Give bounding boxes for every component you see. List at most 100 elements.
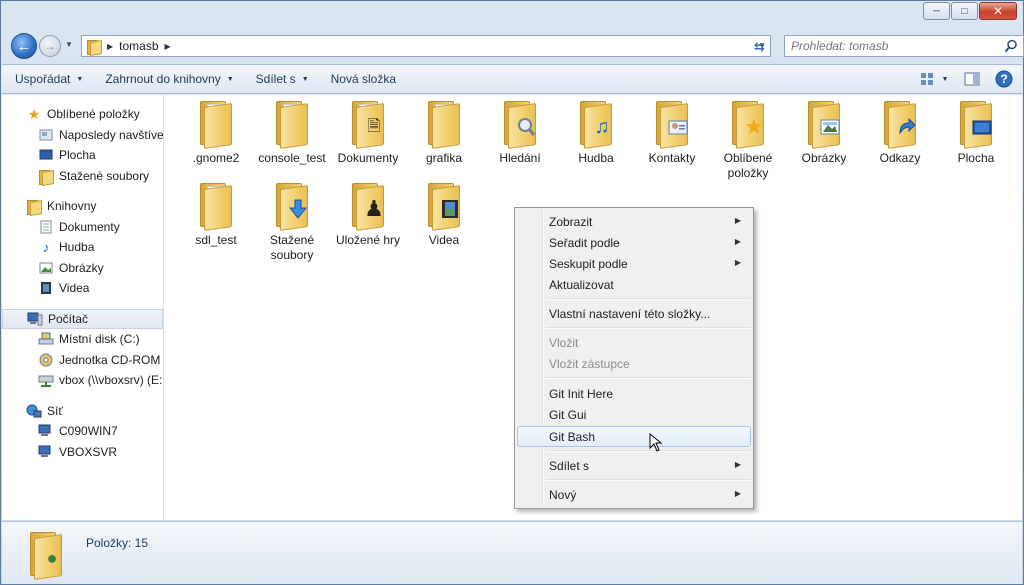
nav-network[interactable]: Síť — [2, 401, 163, 422]
chevron-right-icon[interactable]: ▶ — [107, 42, 113, 51]
nav-network-computer[interactable]: C090WIN7 — [2, 421, 163, 442]
folder-name: sdl_test — [195, 233, 237, 247]
chess-piece-icon: ♟ — [364, 196, 384, 221]
search-input[interactable] — [791, 39, 991, 53]
back-button[interactable]: ← — [11, 33, 37, 59]
folder-name: Kontakty — [648, 151, 696, 165]
nav-pictures-label: Obrázky — [59, 260, 104, 275]
nav-pictures[interactable]: Obrázky — [2, 258, 163, 279]
menu-item-view[interactable]: Zobrazit ▶ — [517, 211, 751, 232]
folder-item[interactable]: Stažené soubory — [254, 177, 330, 263]
download-arrow-icon — [288, 199, 308, 219]
folder-item[interactable]: ♫ Hudba — [558, 95, 634, 166]
folder-item[interactable]: Hledání — [482, 95, 558, 166]
minimize-button[interactable]: ─ — [923, 2, 950, 20]
menu-item-paste[interactable]: Vložit — [517, 332, 751, 353]
close-button[interactable]: ✕ — [979, 2, 1017, 20]
folder-icon — [274, 101, 310, 149]
folder-item[interactable]: 🗎 Dokumenty — [330, 95, 406, 166]
folder-item[interactable]: console_test — [254, 95, 330, 166]
organize-button[interactable]: Uspořádat ▼ — [6, 67, 92, 91]
forward-arrow-icon: → — [44, 39, 56, 53]
submenu-arrow-icon: ▶ — [734, 489, 741, 498]
folder-item[interactable]: sdl_test — [178, 177, 254, 248]
chevron-right-icon[interactable]: ▶ — [165, 42, 171, 51]
nav-network-computer[interactable]: VBOXSVR — [2, 442, 163, 463]
maximize-button[interactable]: □ — [951, 2, 978, 20]
folder-item[interactable]: Odkazy — [862, 95, 938, 166]
view-options-button[interactable] — [918, 69, 938, 89]
contact-card-icon — [668, 120, 688, 135]
menu-item-group-by[interactable]: Seskupit podle ▶ — [517, 253, 751, 274]
nav-music[interactable]: ♪ Hudba — [2, 237, 163, 258]
menu-item-label: Aktualizovat — [549, 277, 614, 292]
menu-item-share-with[interactable]: Sdílet s ▶ — [517, 455, 751, 476]
folder-item[interactable]: grafika — [406, 95, 482, 166]
chevron-down-icon: ▼ — [226, 75, 234, 83]
breadcrumb-tomasb[interactable]: tomasb — [119, 39, 158, 53]
menu-item-customize-folder[interactable]: Vlastní nastavení této složky... — [517, 303, 751, 324]
menu-item-git-init[interactable]: Git Init Here — [517, 383, 751, 404]
menu-item-sort-by[interactable]: Seřadit podle ▶ — [517, 232, 751, 253]
nav-vbox-share[interactable]: vbox (\\vboxsrv) (E:) — [2, 370, 163, 391]
address-bar[interactable]: ▶ tomasb ▶ ▼ — [81, 35, 771, 57]
new-folder-button[interactable]: Nová složka — [322, 67, 405, 91]
include-library-button[interactable]: Zahrnout do knihovny ▼ — [96, 67, 242, 91]
folder-item[interactable]: ★ Oblíbené položky — [710, 95, 786, 181]
network-computer-icon — [38, 423, 54, 439]
nav-documents[interactable]: Dokumenty — [2, 217, 163, 238]
folder-name: Stažené soubory — [269, 233, 315, 262]
share-with-button[interactable]: Sdílet s ▼ — [247, 67, 318, 91]
menu-item-label: Vložit — [549, 335, 579, 350]
menu-item-label: Git Init Here — [549, 386, 614, 401]
nav-favorites[interactable]: ★ Oblíbené položky — [2, 104, 163, 125]
nav-libraries[interactable]: Knihovny — [2, 196, 163, 217]
explorer-window: ─ □ ✕ ← → ▼ ▶ tomasb ▶ ▼ ⇆ Uspořádat ▼ Za… — [0, 0, 1024, 585]
folder-name: grafika — [425, 151, 463, 165]
nav-cdrom[interactable]: Jednotka CD-ROM (D:) — [2, 350, 163, 371]
refresh-button[interactable]: ⇆ — [754, 39, 772, 55]
nav-recent-places-label: Naposledy navštívené — [59, 127, 164, 142]
menu-item-paste-shortcut[interactable]: Vložit zástupce — [517, 353, 751, 374]
folder-icon — [198, 101, 234, 149]
documents-folder-icon: 🗎 — [350, 101, 386, 149]
folder-item[interactable]: ♟ Uložené hry — [330, 177, 406, 248]
folder-item[interactable]: Kontakty — [634, 95, 710, 166]
folder-name: Videa — [428, 233, 460, 247]
nav-recent-places[interactable]: Naposledy navštívené — [2, 125, 163, 146]
folder-item[interactable]: Plocha — [938, 95, 1014, 166]
search-box[interactable] — [784, 35, 1024, 57]
nav-downloads[interactable]: Stažené soubory — [2, 166, 163, 187]
nav-computer[interactable]: Počítač — [2, 308, 163, 329]
recent-pages-dropdown[interactable]: ▼ — [65, 40, 75, 49]
music-folder-icon: ♫ — [578, 101, 614, 149]
help-button[interactable]: ? — [994, 69, 1014, 89]
folder-item[interactable]: .gnome2 — [178, 95, 254, 166]
search-icon[interactable] — [1004, 39, 1018, 53]
preview-pane-icon — [964, 72, 980, 86]
nav-network-computer-label: C090WIN7 — [59, 424, 118, 439]
menu-item-label: Git Bash — [549, 429, 596, 444]
nav-network-computer-label: VBOXSVR — [59, 444, 118, 459]
libraries-icon — [26, 198, 42, 216]
view-dropdown[interactable]: ▼ — [940, 69, 950, 89]
menu-item-git-gui[interactable]: Git Gui — [517, 404, 751, 425]
toolbar-right: ▼ ? — [906, 69, 1014, 89]
nav-videos[interactable]: Videa — [2, 278, 163, 299]
address-row: ← → ▼ ▶ tomasb ▶ ▼ ⇆ — [9, 31, 1024, 61]
preview-pane-button[interactable] — [962, 69, 982, 89]
folder-name: Odkazy — [879, 151, 921, 165]
folder-item[interactable]: Videa — [406, 177, 482, 248]
folder-name: Oblíbené položky — [723, 151, 773, 180]
forward-button[interactable]: → — [39, 35, 61, 57]
menu-item-git-bash[interactable]: Git Bash — [517, 426, 751, 447]
menu-item-new[interactable]: Nový ▶ — [517, 484, 751, 505]
folder-item[interactable]: Obrázky — [786, 95, 862, 166]
submenu-arrow-icon: ▶ — [734, 460, 741, 469]
menu-item-refresh[interactable]: Aktualizovat — [517, 274, 751, 295]
picture-icon — [38, 260, 54, 276]
nav-local-disk[interactable]: Místní disk (C:) — [2, 329, 163, 350]
nav-desktop[interactable]: Plocha — [2, 145, 163, 166]
user-folder-icon: ● — [28, 532, 64, 580]
star-icon: ★ — [27, 105, 41, 122]
